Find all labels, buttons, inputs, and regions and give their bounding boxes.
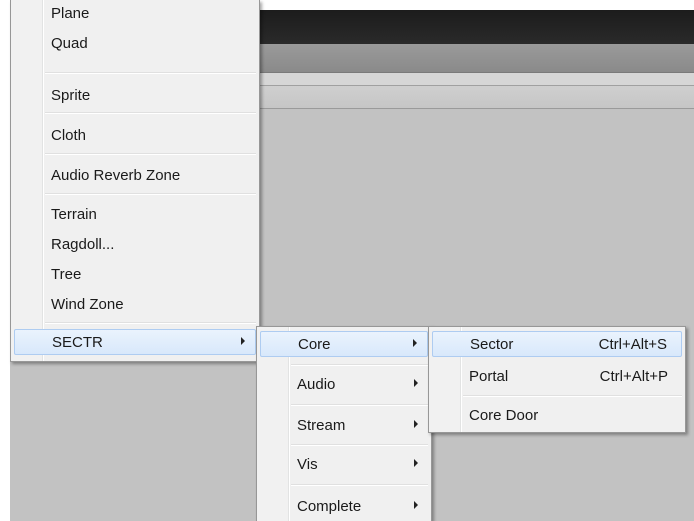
menu-item-sector[interactable]: Sector Ctrl+Alt+S: [432, 331, 682, 357]
menu-item-complete[interactable]: Complete: [260, 493, 428, 519]
menu-item-wind-zone[interactable]: Wind Zone: [14, 291, 256, 317]
chevron-right-icon: [414, 379, 418, 387]
menu-item-label: Ragdoll...: [51, 235, 115, 253]
menu-item-label: Quad: [51, 34, 88, 52]
menu-item-label: Sector: [470, 335, 514, 353]
create-object-menu: Plane Quad Sprite Cloth Audio Reverb Zon…: [10, 0, 260, 362]
menu-item-vis[interactable]: Vis: [260, 451, 428, 477]
chevron-right-icon: [413, 339, 417, 347]
menu-item-core[interactable]: Core: [260, 331, 428, 357]
menu-item-sprite[interactable]: Sprite: [14, 82, 256, 108]
chevron-right-icon: [241, 337, 245, 345]
menu-item-label: Vis: [297, 455, 318, 473]
menu-item-shortcut: Ctrl+Alt+P: [599, 367, 668, 385]
menu-item-label: Stream: [297, 416, 346, 434]
menu-separator: [45, 112, 256, 114]
menu-item-label: Tree: [51, 265, 82, 283]
chevron-right-icon: [414, 501, 418, 509]
menu-separator: [463, 395, 682, 397]
menu-separator: [45, 322, 256, 324]
chevron-right-icon: [414, 420, 418, 428]
menu-item-cloth[interactable]: Cloth: [14, 122, 256, 148]
menu-item-label: SECTR: [52, 333, 103, 351]
menu-item-label: Complete: [297, 497, 362, 515]
menu-separator: [45, 193, 256, 195]
menu-item-core-door[interactable]: Core Door: [432, 402, 682, 428]
menu-item-label: Terrain: [51, 205, 97, 223]
menu-item-label: Sprite: [51, 86, 91, 104]
core-submenu: Sector Ctrl+Alt+S Portal Ctrl+Alt+P Core…: [428, 326, 686, 433]
menu-item-portal[interactable]: Portal Ctrl+Alt+P: [432, 363, 682, 389]
menu-item-label: Cloth: [51, 126, 87, 144]
menu-item-sectr[interactable]: SECTR: [14, 329, 256, 355]
menu-item-audio[interactable]: Audio: [260, 371, 428, 397]
menu-item-label: Portal: [469, 367, 509, 385]
menu-item-audio-reverb-zone[interactable]: Audio Reverb Zone: [14, 162, 256, 188]
menu-item-shortcut: Ctrl+Alt+S: [598, 335, 667, 353]
menu-item-label: Wind Zone: [51, 295, 124, 313]
menu-item-ragdoll[interactable]: Ragdoll...: [14, 231, 256, 257]
menu-item-label: Audio: [297, 375, 336, 393]
menu-separator: [291, 364, 428, 366]
menu-item-label: Core Door: [469, 406, 539, 424]
menu-item-stream[interactable]: Stream: [260, 412, 428, 438]
menu-item-terrain[interactable]: Terrain: [14, 201, 256, 227]
menu-item-label: Audio Reverb Zone: [51, 166, 181, 184]
menu-item-tree[interactable]: Tree: [14, 261, 256, 287]
sectr-submenu: Core Audio Stream Vis Complete: [256, 326, 432, 521]
menu-separator: [291, 404, 428, 406]
menu-separator: [45, 153, 256, 155]
menu-item-label: Plane: [51, 4, 90, 22]
menu-separator: [291, 484, 428, 486]
menu-separator: [291, 444, 428, 446]
menu-item-quad[interactable]: Quad: [14, 30, 256, 56]
menu-separator: [45, 72, 256, 74]
menu-item-label: Core: [298, 335, 331, 353]
chevron-right-icon: [414, 459, 418, 467]
menu-item-plane[interactable]: Plane: [14, 0, 256, 26]
